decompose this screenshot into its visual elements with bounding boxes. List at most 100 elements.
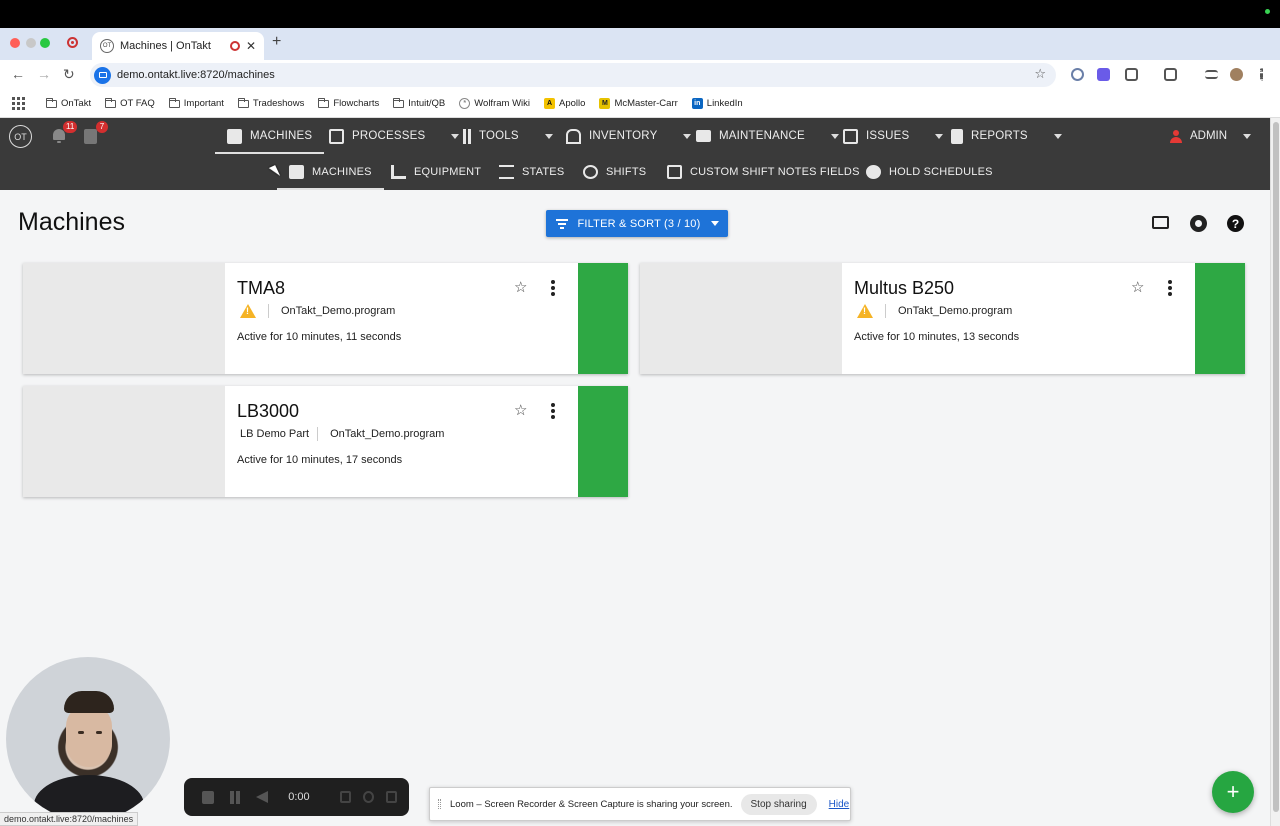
bookmark-important[interactable]: Important — [168, 97, 224, 109]
user-name: ADMIN — [1190, 130, 1228, 142]
chevron-down-icon — [683, 133, 692, 139]
bookmark-apollo[interactable]: A Apollo — [544, 98, 585, 109]
back-arrow-icon[interactable]: ← — [11, 66, 25, 82]
subnav-states[interactable]: STATES — [499, 154, 564, 190]
filter-sort-button[interactable]: FILTER & SORT (3 / 10) — [546, 210, 728, 237]
subnav-equipment[interactable]: EQUIPMENT — [391, 154, 481, 190]
loom-recording-controls: 0:00 — [184, 778, 409, 816]
nav-maintenance[interactable]: MAINTENANCE — [696, 118, 839, 154]
bookmark-ontakt[interactable]: OnTakt — [46, 97, 91, 109]
forward-arrow-icon[interactable]: → — [37, 66, 51, 82]
profile-avatar[interactable] — [1230, 68, 1243, 81]
favorite-star-icon[interactable]: ☆ — [514, 278, 527, 296]
address-bar[interactable]: demo.ontakt.live:8720/machines ☆ — [90, 63, 1056, 87]
nav-tools[interactable]: TOOLS — [463, 118, 553, 154]
machine-name[interactable]: LB3000 — [237, 401, 299, 422]
program-name: OnTakt_Demo.program — [898, 305, 1013, 317]
reload-icon[interactable]: ↻ — [63, 66, 75, 83]
bookmark-ot-faq[interactable]: OT FAQ — [105, 97, 155, 109]
machine-name[interactable]: Multus B250 — [854, 278, 954, 299]
equipment-icon — [391, 165, 406, 179]
machine-card[interactable]: TMA8 ☆ OnTakt_Demo.program Active for 10… — [23, 263, 628, 374]
stop-recording-button[interactable] — [202, 790, 214, 804]
window-minimize-button[interactable] — [26, 38, 36, 48]
link-status-url: demo.ontakt.live:8720/machines — [0, 812, 139, 826]
subnav-hold-schedules[interactable]: HOLD SCHEDULES — [866, 154, 993, 190]
webcam-bubble[interactable] — [6, 657, 170, 821]
folder-icon — [393, 97, 405, 108]
drag-handle[interactable] — [438, 799, 441, 809]
tools-icon — [463, 128, 471, 144]
puzzle-icon[interactable] — [1125, 68, 1138, 81]
machine-card[interactable]: Multus B250 ☆ OnTakt_Demo.program Active… — [640, 263, 1245, 374]
gear-icon[interactable] — [1190, 215, 1207, 232]
more-vert-icon[interactable] — [551, 403, 555, 419]
favorite-star-icon[interactable]: ☆ — [514, 401, 527, 419]
window-maximize-button[interactable] — [40, 38, 50, 48]
more-vert-icon[interactable] — [1168, 280, 1172, 296]
stop-sharing-button[interactable]: Stop sharing — [740, 793, 817, 815]
bookmark-flowcharts[interactable]: Flowcharts — [318, 97, 379, 109]
grid-icon[interactable] — [339, 791, 351, 803]
restart-icon[interactable] — [256, 791, 269, 803]
machine-status-text: Active for 10 minutes, 13 seconds — [854, 331, 1020, 343]
bookmark-star-icon[interactable]: ☆ — [1034, 66, 1046, 82]
scrollbar-thumb[interactable] — [1273, 122, 1279, 812]
chevron-down-icon — [544, 133, 553, 139]
warning-icon — [240, 304, 256, 318]
divider — [317, 427, 319, 441]
extension-icon[interactable] — [1097, 68, 1110, 81]
user-menu[interactable]: ADMIN — [1170, 118, 1252, 154]
camera-indicator-icon[interactable] — [94, 66, 111, 84]
tab-recording-icon — [229, 41, 240, 51]
bookmark-intuit-qb[interactable]: Intuit/QB — [393, 97, 445, 109]
hide-link[interactable]: Hide — [829, 799, 850, 810]
tasks-clipboard-icon[interactable] — [84, 129, 97, 144]
more-vert-icon[interactable] — [551, 280, 555, 296]
undo-icon[interactable] — [362, 791, 374, 803]
apps-grid-icon[interactable] — [12, 96, 26, 111]
hold-schedule-icon — [866, 165, 881, 179]
nav-inventory[interactable]: INVENTORY — [566, 118, 692, 154]
share-message: Loom – Screen Recorder & Screen Capture … — [450, 798, 733, 810]
subnav-shifts[interactable]: SHIFTS — [583, 154, 646, 190]
nav-processes[interactable]: PROCESSES — [329, 118, 460, 154]
favorite-star-icon[interactable]: ☆ — [1131, 278, 1144, 296]
url-text: demo.ontakt.live:8720/machines — [117, 69, 275, 81]
ontakt-logo[interactable]: OT — [9, 125, 32, 148]
display-mode-icon[interactable] — [1152, 216, 1169, 229]
tab-close-icon[interactable]: ✕ — [246, 39, 256, 53]
bookmark-linkedin[interactable]: in LinkedIn — [691, 98, 743, 109]
page-scrollbar[interactable] — [1270, 118, 1280, 826]
os-menu-bar — [0, 0, 1280, 28]
extension-icon[interactable] — [1071, 68, 1084, 81]
nav-machines[interactable]: MACHINES — [214, 118, 325, 154]
pause-button[interactable] — [229, 790, 241, 804]
chevron-down-icon — [830, 133, 839, 139]
folder-icon — [237, 97, 249, 108]
bookmark-mcmaster-carr[interactable]: M McMaster-Carr — [599, 98, 678, 109]
subnav-custom-shift-notes-fields[interactable]: CUSTOM SHIFT NOTES FIELDS — [667, 154, 860, 190]
subnav-machines[interactable]: MACHINES — [277, 154, 384, 190]
nav-reports[interactable]: REPORTS — [951, 118, 1062, 154]
processes-icon — [329, 128, 344, 144]
browser-menu-icon[interactable] — [1260, 68, 1263, 81]
trash-icon[interactable] — [385, 791, 397, 803]
notifications-count-badge: 11 — [63, 121, 78, 133]
folder-icon — [168, 97, 180, 108]
nav-issues[interactable]: ISSUES — [843, 118, 944, 154]
new-tab-button[interactable]: + — [272, 33, 281, 51]
cast-icon[interactable] — [1164, 68, 1177, 81]
help-icon[interactable]: ? — [1227, 215, 1244, 232]
machine-status-indicator — [578, 263, 628, 374]
machine-card[interactable]: LB3000 ☆ LB Demo Part OnTakt_Demo.progra… — [23, 386, 628, 497]
media-icon[interactable] — [1205, 70, 1218, 79]
ontakt-favicon-icon: OT — [100, 39, 114, 53]
window-close-button[interactable] — [10, 38, 20, 48]
machine-name[interactable]: TMA8 — [237, 278, 285, 299]
add-machine-button[interactable]: + — [1212, 771, 1254, 813]
bookmark-tradeshows[interactable]: Tradeshows — [237, 97, 304, 109]
browser-tab-machines[interactable]: OT Machines | OnTakt ✕ — [92, 32, 264, 60]
bookmark-wolfram-wiki[interactable]: * Wolfram Wiki — [459, 98, 530, 109]
mcmaster-icon: M — [599, 98, 611, 109]
